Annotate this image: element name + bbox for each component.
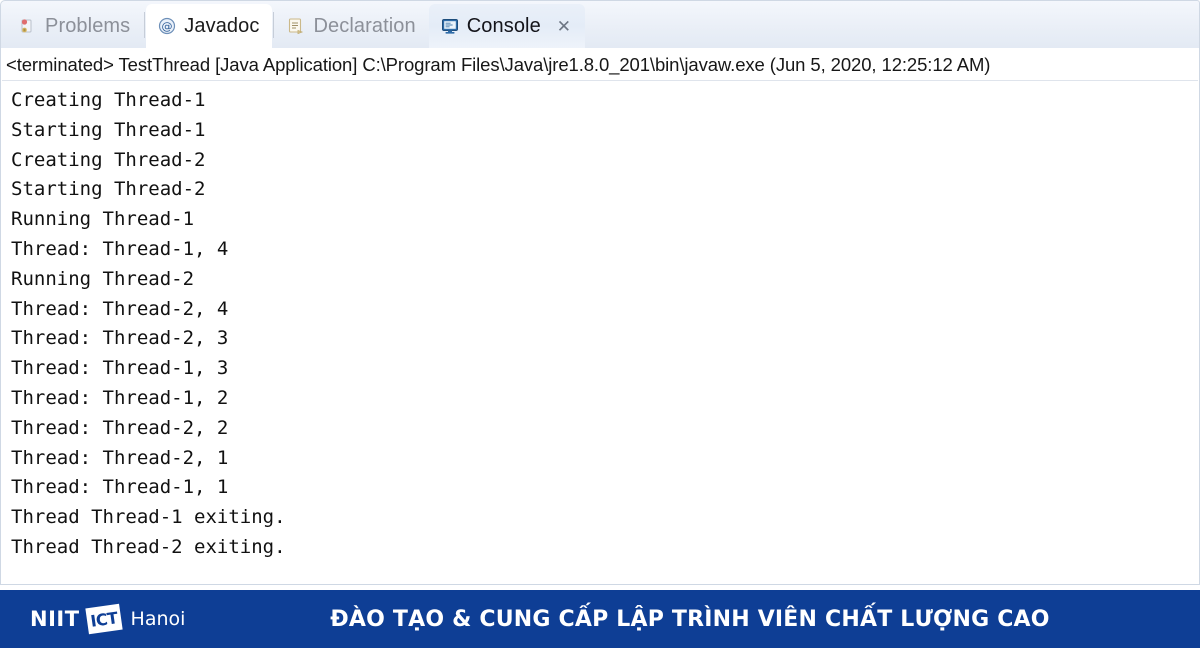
launch-config-label: <terminated> TestThread [Java Applicatio… bbox=[6, 53, 991, 75]
console-line: Thread: Thread-2, 3 bbox=[11, 327, 229, 350]
console-line: Thread: Thread-1, 3 bbox=[11, 357, 229, 380]
console-line: Thread: Thread-1, 2 bbox=[11, 386, 229, 409]
tab-console-label: Console bbox=[466, 14, 541, 37]
launch-config-bar: <terminated> TestThread [Java Applicatio… bbox=[0, 48, 1200, 81]
console-line: Thread: Thread-2, 2 bbox=[11, 416, 229, 439]
console-line: Running Thread-2 bbox=[11, 267, 195, 290]
tab-console[interactable]: Console ✕ bbox=[428, 4, 585, 48]
console-line: Thread Thread-2 exiting. bbox=[11, 535, 286, 558]
console-line: Thread: Thread-2, 1 bbox=[11, 446, 229, 469]
console-line: Thread Thread-1 exiting. bbox=[11, 506, 286, 529]
console-line: Starting Thread-1 bbox=[11, 118, 206, 141]
console-output-area[interactable]: Creating Thread-1 Starting Thread-1 Crea… bbox=[0, 81, 1200, 585]
view-tab-strip: Problems @ Javadoc Declaration Console ✕ bbox=[0, 0, 1200, 48]
tab-javadoc-label: Javadoc bbox=[184, 14, 260, 37]
tab-separator-2 bbox=[273, 11, 275, 38]
tab-declaration-label: Declaration bbox=[313, 14, 416, 37]
console-line: Creating Thread-1 bbox=[11, 89, 206, 111]
problems-icon bbox=[18, 16, 38, 36]
tab-separator-1 bbox=[144, 11, 146, 38]
javadoc-at-icon: @ bbox=[157, 16, 177, 36]
tab-declaration[interactable]: Declaration bbox=[275, 4, 428, 48]
console-monitor-icon bbox=[440, 16, 460, 36]
tab-problems[interactable]: Problems bbox=[7, 4, 143, 48]
eclipse-console-view: Problems @ Javadoc Declaration Console ✕… bbox=[0, 0, 1200, 586]
footer-banner: NIIT ICT Hanoi ĐÀO TẠO & CUNG CẤP LẬP TR… bbox=[0, 590, 1200, 648]
close-icon[interactable]: ✕ bbox=[556, 18, 572, 35]
console-line: Running Thread-1 bbox=[11, 208, 195, 231]
svg-text:@: @ bbox=[162, 20, 173, 33]
footer-slogan: ĐÀO TẠO & CUNG CẤP LẬP TRÌNH VIÊN CHẤT L… bbox=[330, 606, 1050, 632]
console-line: Thread: Thread-1, 4 bbox=[11, 237, 229, 260]
console-line: Thread: Thread-1, 1 bbox=[11, 476, 229, 499]
screenshot-root: Problems @ Javadoc Declaration Console ✕… bbox=[0, 0, 1200, 648]
console-line: Starting Thread-2 bbox=[11, 178, 206, 201]
tab-problems-label: Problems bbox=[45, 14, 131, 37]
tab-javadoc[interactable]: @ Javadoc bbox=[146, 4, 273, 48]
console-line: Creating Thread-2 bbox=[11, 148, 206, 171]
console-line: Thread: Thread-2, 4 bbox=[11, 297, 229, 320]
declaration-icon bbox=[286, 16, 306, 36]
